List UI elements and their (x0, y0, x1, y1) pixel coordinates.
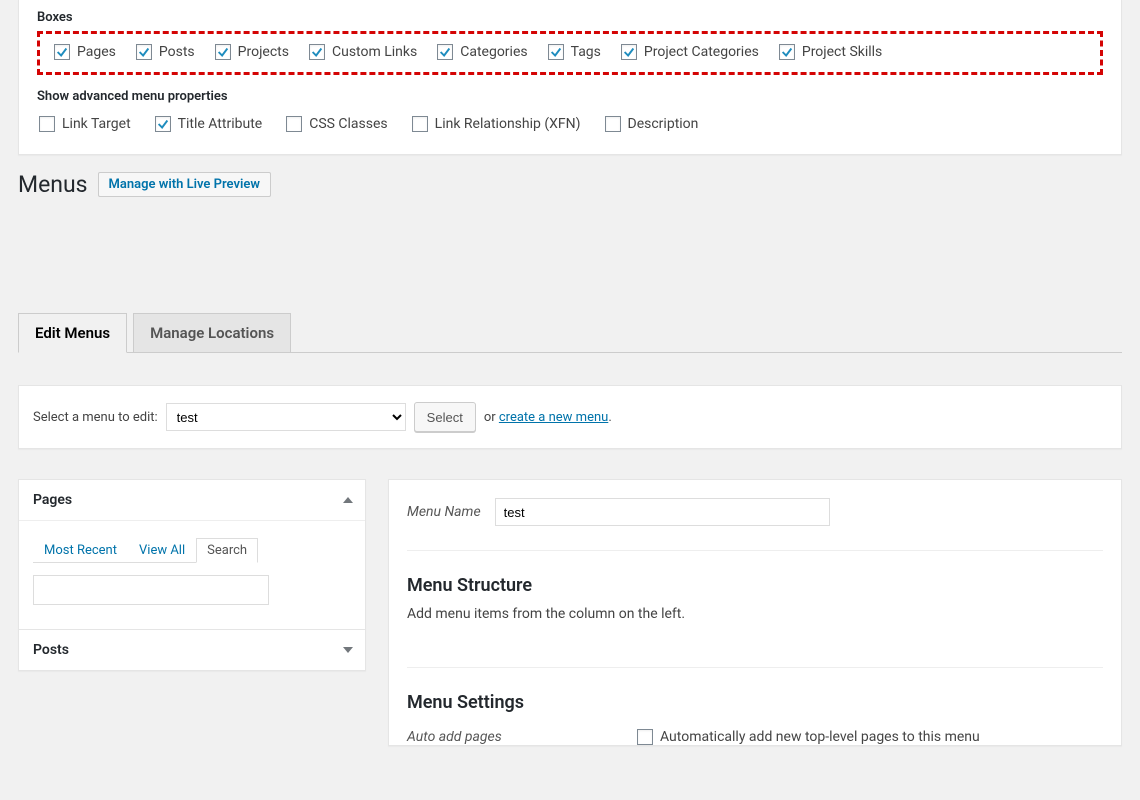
boxes-2-checkbox[interactable] (215, 44, 231, 60)
page-title: Menus (18, 171, 88, 198)
menu-selector-label: Select a menu to edit: (33, 410, 158, 425)
advanced-0-checkbox[interactable] (39, 116, 55, 132)
posts-metabox: Posts (18, 630, 366, 671)
boxes-1-option[interactable]: Posts (136, 44, 195, 60)
live-preview-button[interactable]: Manage with Live Preview (98, 172, 271, 197)
boxes-0-label: Pages (77, 44, 116, 60)
advanced-4-option[interactable]: Description (605, 116, 699, 132)
page-content: Menus Manage with Live Preview Edit Menu… (0, 171, 1140, 786)
pages-metabox-header[interactable]: Pages (19, 480, 365, 521)
boxes-7-checkbox[interactable] (779, 44, 795, 60)
advanced-row: Link Target Title Attribute CSS Classes Lin… (37, 110, 1103, 132)
nav-tabs: Edit Menus Manage Locations (18, 313, 1122, 353)
boxes-4-checkbox[interactable] (437, 44, 453, 60)
tab-manage-locations[interactable]: Manage Locations (133, 313, 291, 353)
advanced-0-label: Link Target (62, 116, 131, 132)
boxes-0-option[interactable]: Pages (54, 44, 116, 60)
pages-search-input[interactable] (33, 575, 269, 605)
menu-settings-panel: Menu Name Menu Structure Add menu items … (388, 479, 1122, 746)
boxes-4-option[interactable]: Categories (437, 44, 527, 60)
menu-structure-help: Add menu items from the column on the le… (407, 606, 1103, 622)
boxes-3-label: Custom Links (332, 44, 417, 60)
advanced-1-option[interactable]: Title Attribute (155, 116, 263, 132)
advanced-2-option[interactable]: CSS Classes (286, 116, 387, 132)
boxes-6-checkbox[interactable] (621, 44, 637, 60)
menu-selector-bar: Select a menu to edit: test Select or cr… (18, 385, 1122, 449)
menu-name-input[interactable] (495, 498, 830, 526)
advanced-1-checkbox[interactable] (155, 116, 171, 132)
advanced-4-label: Description (628, 116, 699, 132)
boxes-highlight: Pages Posts Projects Custom Links Categories… (37, 31, 1103, 75)
boxes-6-label: Project Categories (644, 44, 759, 60)
advanced-label: Show advanced menu properties (37, 89, 1103, 104)
subtab-most-recent[interactable]: Most Recent (33, 538, 128, 563)
advanced-1-label: Title Attribute (178, 116, 263, 132)
advanced-0-option[interactable]: Link Target (39, 116, 131, 132)
advanced-2-label: CSS Classes (309, 116, 387, 132)
boxes-6-option[interactable]: Project Categories (621, 44, 759, 60)
auto-add-pages-text: Automatically add new top-level pages to… (660, 729, 980, 745)
advanced-4-checkbox[interactable] (605, 116, 621, 132)
advanced-3-label: Link Relationship (XFN) (435, 116, 581, 132)
subtab-search[interactable]: Search (196, 538, 258, 563)
menu-select[interactable]: test (166, 403, 406, 431)
boxes-2-option[interactable]: Projects (215, 44, 289, 60)
auto-add-pages-label: Auto add pages (407, 729, 517, 745)
boxes-4-label: Categories (460, 44, 527, 60)
posts-metabox-title: Posts (33, 642, 69, 658)
period: . (608, 410, 611, 425)
boxes-3-option[interactable]: Custom Links (309, 44, 417, 60)
boxes-5-option[interactable]: Tags (548, 44, 601, 60)
create-menu-link[interactable]: create a new menu (499, 410, 608, 425)
advanced-2-checkbox[interactable] (286, 116, 302, 132)
boxes-7-label: Project Skills (802, 44, 882, 60)
subtab-view-all[interactable]: View All (128, 538, 196, 563)
menu-name-label: Menu Name (407, 504, 481, 520)
boxes-3-checkbox[interactable] (309, 44, 325, 60)
select-button[interactable]: Select (414, 402, 476, 432)
boxes-5-checkbox[interactable] (548, 44, 564, 60)
pages-subtabs: Most Recent View All Search (33, 537, 258, 563)
boxes-label: Boxes (37, 10, 1103, 25)
boxes-5-label: Tags (571, 44, 601, 60)
pages-metabox: Pages Most Recent View All Search (18, 479, 366, 630)
tab-edit-menus[interactable]: Edit Menus (18, 313, 127, 353)
pages-metabox-title: Pages (33, 492, 72, 508)
menu-structure-heading: Menu Structure (407, 575, 1103, 596)
auto-add-pages-checkbox[interactable] (637, 729, 653, 745)
posts-metabox-header[interactable]: Posts (19, 630, 365, 670)
advanced-3-checkbox[interactable] (412, 116, 428, 132)
boxes-1-checkbox[interactable] (136, 44, 152, 60)
boxes-2-label: Projects (238, 44, 289, 60)
advanced-3-option[interactable]: Link Relationship (XFN) (412, 116, 581, 132)
screen-options-panel: Boxes Pages Posts Projects Custom Links Cate… (18, 0, 1122, 155)
menu-settings-heading: Menu Settings (407, 692, 1103, 713)
boxes-0-checkbox[interactable] (54, 44, 70, 60)
collapse-icon (343, 497, 353, 503)
or-text: or (484, 410, 496, 425)
boxes-7-option[interactable]: Project Skills (779, 44, 882, 60)
boxes-1-label: Posts (159, 44, 195, 60)
expand-icon (343, 647, 353, 653)
